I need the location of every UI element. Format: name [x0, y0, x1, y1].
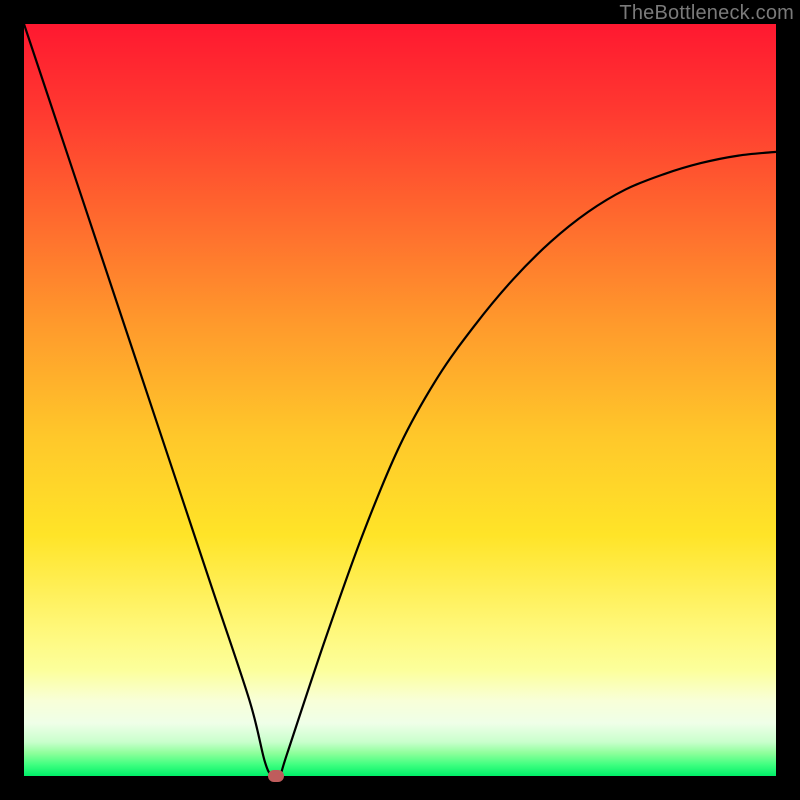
bottleneck-curve — [24, 24, 776, 776]
plot-area — [24, 24, 776, 776]
watermark-text: TheBottleneck.com — [619, 2, 794, 25]
outer-frame: TheBottleneck.com — [0, 0, 800, 800]
curve-svg — [24, 24, 776, 776]
optimal-point-marker — [268, 770, 284, 782]
